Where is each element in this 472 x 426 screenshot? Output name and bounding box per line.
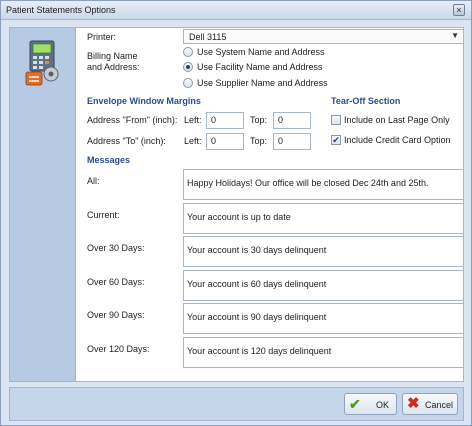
ok-button[interactable]: ✔ OK	[344, 393, 397, 415]
from-left-input[interactable]: 0	[206, 112, 244, 129]
last-page-only-checkbox[interactable]	[331, 115, 341, 125]
x-icon: ✖	[407, 395, 420, 412]
to-top-label: Top:	[250, 136, 268, 146]
message-input-60[interactable]: Your account is 60 days delinquent	[183, 270, 464, 301]
billing-label-line2: and Address:	[87, 62, 140, 72]
chevron-down-icon: ▼	[451, 31, 459, 40]
printer-select[interactable]: Dell 3115 ▼	[183, 29, 464, 44]
printer-settings-icon	[25, 40, 59, 86]
margins-heading: Envelope Window Margins	[87, 96, 201, 106]
messages-heading: Messages	[87, 155, 131, 165]
radio-facility-name[interactable]	[183, 62, 193, 72]
message-input-current[interactable]: Your account is up to date	[183, 203, 464, 234]
credit-card-checkbox[interactable]: ✔	[331, 135, 341, 145]
message-input-120[interactable]: Your account is 120 days delinquent	[183, 337, 464, 368]
radio-facility-name-label[interactable]: Use Facility Name and Address	[197, 62, 323, 72]
window-title: Patient Statements Options	[6, 5, 116, 15]
close-icon: ×	[456, 5, 462, 15]
message-input-30[interactable]: Your account is 30 days delinquent	[183, 236, 464, 267]
printer-label: Printer:	[87, 32, 117, 42]
address-from-label: Address "From" (inch):	[87, 115, 178, 125]
to-top-input[interactable]: 0	[273, 133, 311, 150]
from-top-label: Top:	[250, 115, 268, 125]
close-button[interactable]: ×	[453, 4, 465, 16]
to-left-label: Left:	[184, 136, 202, 146]
radio-system-name[interactable]	[183, 47, 193, 57]
last-page-only-label[interactable]: Include on Last Page Only	[344, 115, 450, 125]
cancel-button-label: Cancel	[425, 400, 454, 410]
credit-card-label[interactable]: Include Credit Card Option	[344, 135, 451, 145]
message-label-90: Over 90 Days:	[87, 310, 145, 320]
cancel-button[interactable]: ✖ Cancel	[402, 393, 458, 415]
radio-supplier-name-label[interactable]: Use Supplier Name and Address	[197, 78, 328, 88]
from-top-input[interactable]: 0	[273, 112, 311, 129]
message-input-all[interactable]: Happy Holidays! Our office will be close…	[183, 169, 464, 200]
radio-system-name-label[interactable]: Use System Name and Address	[197, 47, 325, 57]
options-panel: Printer: Dell 3115 ▼ Billing Name and Ad…	[9, 27, 464, 382]
message-label-all: All:	[87, 176, 100, 186]
checkmark-icon: ✔	[332, 135, 340, 145]
from-left-label: Left:	[184, 115, 202, 125]
printer-value: Dell 3115	[189, 32, 227, 42]
message-label-current: Current:	[87, 210, 120, 220]
billing-label-line1: Billing Name	[87, 51, 138, 61]
message-label-120: Over 120 Days:	[87, 344, 150, 354]
message-label-60: Over 60 Days:	[87, 277, 145, 287]
sidebar	[10, 28, 76, 381]
tearoff-heading: Tear-Off Section	[331, 96, 401, 106]
message-input-90[interactable]: Your account is 90 days delinquent	[183, 303, 464, 334]
to-left-input[interactable]: 0	[206, 133, 244, 150]
button-bar: ✔ OK ✖ Cancel	[9, 387, 464, 421]
checkmark-icon: ✔	[349, 396, 361, 412]
address-to-label: Address "To" (inch):	[87, 136, 166, 146]
title-bar: Patient Statements Options ×	[1, 1, 471, 20]
ok-button-label: OK	[376, 400, 390, 410]
radio-supplier-name[interactable]	[183, 78, 193, 88]
patient-statements-options-dialog: Patient Statements Options × Printer: De…	[0, 0, 472, 426]
message-label-30: Over 30 Days:	[87, 243, 145, 253]
